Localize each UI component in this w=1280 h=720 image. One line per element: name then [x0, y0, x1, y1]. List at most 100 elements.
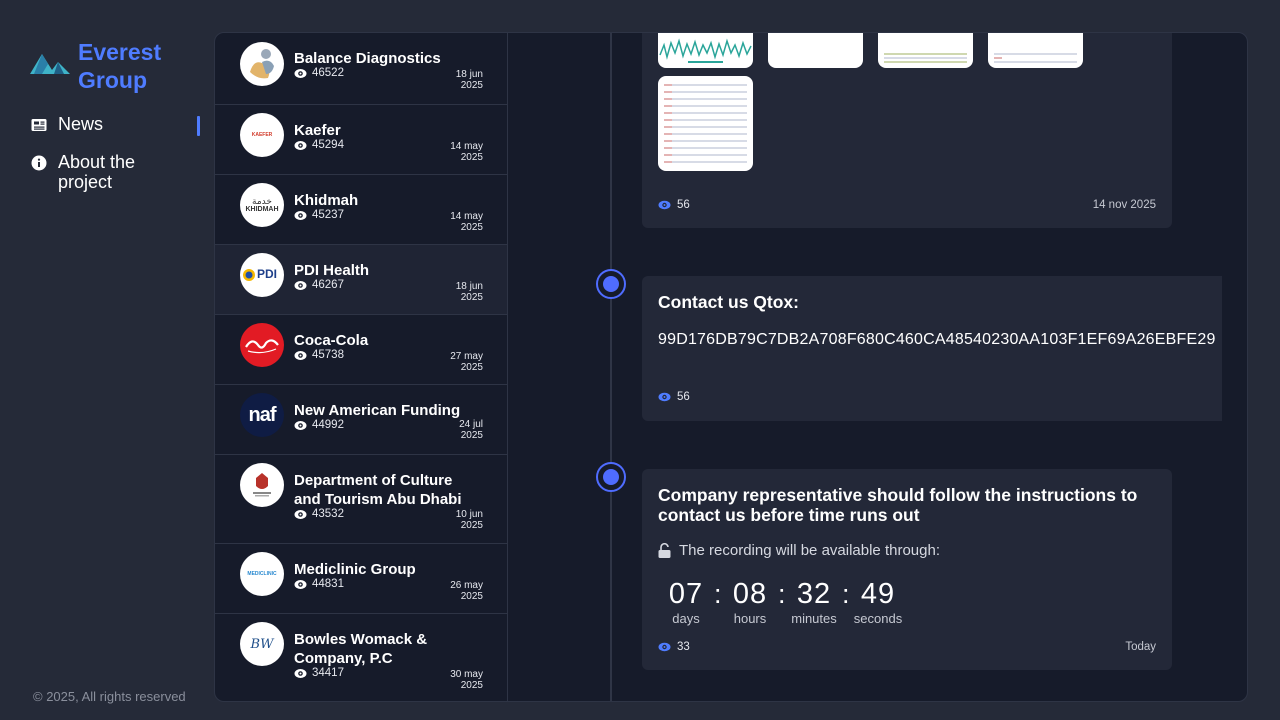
eye-icon [294, 668, 307, 678]
recording-notice: The recording will be available through: [658, 542, 940, 559]
views-count: 33 [677, 641, 690, 653]
eye-icon [658, 642, 671, 652]
company-views: 45237 [294, 209, 344, 221]
nav-item-about[interactable]: About the project [30, 152, 202, 192]
date-day: 26 may [450, 580, 483, 591]
company-row-balance-diagnostics[interactable]: Balance Diagnostics 46522 18 jun 2025 [215, 33, 507, 105]
days-value: 07 [668, 578, 704, 610]
card-date: 14 nov 2025 [1092, 199, 1156, 211]
date-year: 2025 [460, 362, 483, 373]
company-list: Balance Diagnostics 46522 18 jun 2025 KA… [215, 33, 508, 701]
pdi-logo-icon: PDI [240, 253, 284, 297]
attachment-thumbnail[interactable] [988, 33, 1083, 68]
date-day: 10 jun [455, 509, 483, 520]
gallery-card: 56 14 nov 2025 [642, 33, 1172, 228]
company-date: 26 may 2025 [450, 580, 483, 602]
days-label: days [672, 611, 700, 626]
views-count: 45738 [312, 349, 344, 361]
attachment-thumbnail[interactable] [658, 76, 753, 171]
timeline-line [610, 33, 612, 701]
naf-logo-icon: naf [240, 393, 284, 437]
eye-icon [294, 579, 307, 589]
eye-icon [294, 420, 307, 430]
eye-icon [294, 509, 307, 519]
eye-icon [294, 210, 307, 220]
company-views: 34417 [294, 667, 344, 679]
views-count: 34417 [312, 667, 344, 679]
date-year: 2025 [460, 80, 483, 91]
eye-icon [294, 68, 307, 78]
date-day: 14 may [450, 211, 483, 222]
company-date: 14 may 2025 [450, 141, 483, 163]
countdown-card: Company representative should follow the… [642, 469, 1172, 670]
card-date: Today [1125, 641, 1156, 653]
eye-icon [658, 200, 671, 210]
date-year: 2025 [460, 152, 483, 163]
timeline-dot [596, 462, 626, 492]
attachment-thumbnail[interactable] [878, 33, 973, 68]
date-year: 2025 [460, 222, 483, 233]
naf-logo-text: naf [248, 403, 277, 426]
date-year: 2025 [460, 591, 483, 602]
contact-card: Contact us Qtox: 99D176DB79C7DB2A708F680… [642, 276, 1222, 421]
company-row-bowles-womack[interactable]: BW Bowles Womack & Company, P.C 34417 30… [215, 614, 507, 701]
timeline-dot [596, 269, 626, 299]
khidmah-logo-icon: خدمة KHIDMAH [240, 183, 284, 227]
date-day: 30 may [450, 669, 483, 680]
company-date: 24 jul 2025 [459, 419, 483, 441]
minutes-value: 32 [796, 578, 832, 610]
company-row-khidmah[interactable]: خدمة KHIDMAH Khidmah 45237 14 may 2025 [215, 175, 507, 245]
views-count: 45237 [312, 209, 344, 221]
company-row-dct-abu-dhabi[interactable]: Department of Culture and Tourism Abu Dh… [215, 455, 507, 544]
company-row-coca-cola[interactable]: Coca-Cola 45738 27 may 2025 [215, 315, 507, 385]
brand-name-line2: Group [78, 67, 147, 93]
hours-label: hours [733, 611, 767, 626]
mediclinic-logo-text: MEDICLINIC [247, 571, 277, 577]
date-year: 2025 [460, 680, 483, 691]
brand-name-line1: Everest [78, 39, 162, 65]
company-name: New American Funding [294, 402, 461, 419]
brand[interactable]: Everest Group [30, 38, 161, 94]
company-row-new-american-funding[interactable]: naf New American Funding 44992 24 jul 20… [215, 385, 507, 455]
company-views: 46522 [294, 67, 344, 79]
card-views: 33 [658, 641, 690, 653]
date-day: 24 jul [459, 419, 483, 430]
company-views: 46267 [294, 279, 344, 291]
views-count: 56 [677, 391, 690, 403]
company-row-kaefer[interactable]: KAEFER Kaefer 45294 14 may 2025 [215, 105, 507, 175]
nav-about-label: About the project [58, 152, 136, 192]
views-count: 46522 [312, 67, 344, 79]
company-date: 30 may 2025 [450, 669, 483, 691]
qtox-id[interactable]: 99D176DB79C7DB2A708F680C460CA48540230AA1… [658, 331, 1216, 349]
dct-abu-dhabi-logo-icon [240, 463, 284, 507]
company-name: Coca-Cola [294, 332, 369, 349]
company-name: Kaefer [294, 122, 341, 139]
views-count: 44992 [312, 419, 344, 431]
company-views: 43532 [294, 508, 344, 520]
card-views: 56 [658, 391, 690, 403]
views-count: 43532 [312, 508, 344, 520]
attachment-thumbnail[interactable] [768, 33, 863, 68]
nav-item-news[interactable]: News [30, 114, 202, 138]
countdown-days: 07 days [664, 579, 708, 626]
countdown-separator: : [778, 579, 786, 609]
company-date: 10 jun 2025 [456, 509, 483, 531]
countdown-hours: 08 hours [728, 579, 772, 626]
company-row-mediclinic[interactable]: MEDICLINIC Mediclinic Group 44831 26 may… [215, 544, 507, 614]
company-row-pdi-health[interactable]: PDI PDI Health 46267 18 jun 2025 [215, 245, 507, 315]
kaefer-logo-icon: KAEFER [240, 113, 284, 157]
company-date: 14 may 2025 [450, 211, 483, 233]
date-day: 14 may [450, 141, 483, 152]
company-date: 27 may 2025 [450, 351, 483, 373]
eye-icon [658, 392, 671, 402]
mountain-logo-icon [30, 54, 70, 74]
countdown-separator: : [842, 579, 850, 609]
eye-icon [294, 140, 307, 150]
card-title: Company representative should follow the… [658, 485, 1138, 525]
balance-diagnostics-logo-icon [240, 42, 284, 86]
countdown-seconds: 49 seconds [850, 579, 906, 626]
attachment-thumbnail[interactable] [658, 33, 753, 68]
company-date: 18 jun 2025 [456, 281, 483, 303]
hours-value: 08 [732, 578, 768, 610]
company-name: Khidmah [294, 192, 359, 209]
